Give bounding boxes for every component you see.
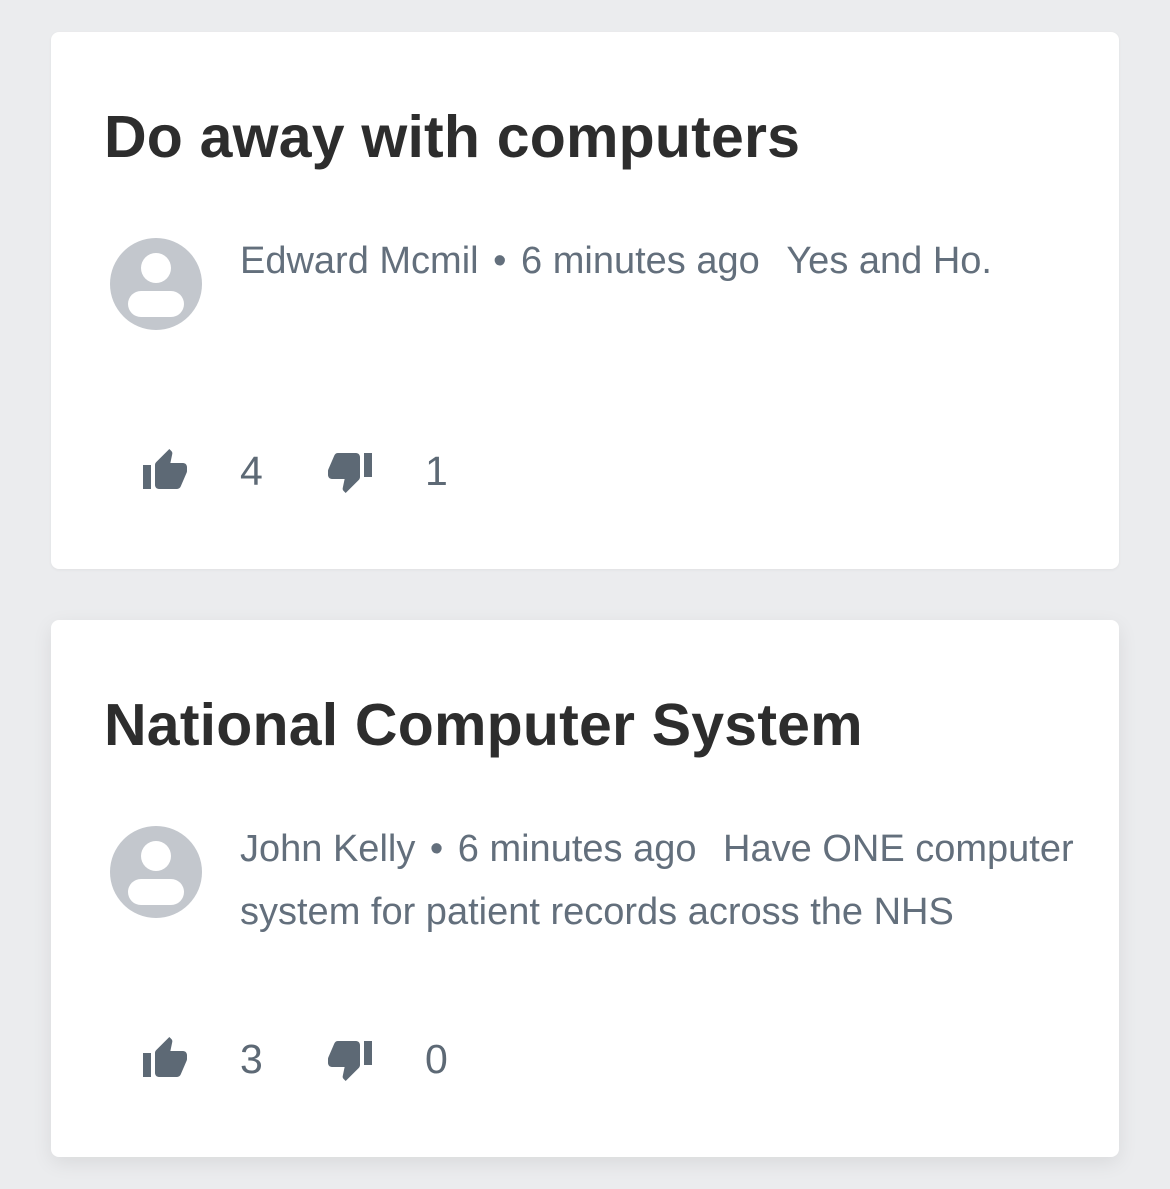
downvote-count: 0 xyxy=(425,1035,448,1082)
comment-text: Yes and Ho. xyxy=(786,240,992,282)
thumbs-up-icon[interactable] xyxy=(141,1035,189,1083)
user-avatar-icon xyxy=(110,826,202,918)
comment-author: John Kelly xyxy=(240,828,416,870)
comment-time: 6 minutes ago xyxy=(457,828,697,870)
user-avatar-icon xyxy=(110,238,202,330)
comment-preview: Edward Mcmil • 6 minutes ago Yes and Ho. xyxy=(240,230,1080,293)
post-title[interactable]: National Computer System xyxy=(104,692,863,758)
thumbs-down-icon[interactable] xyxy=(326,1035,374,1083)
post-card[interactable]: National Computer System John Kelly • 6 … xyxy=(51,620,1119,1157)
thumbs-down-icon[interactable] xyxy=(326,447,374,495)
meta-separator: • xyxy=(429,828,444,870)
post-title[interactable]: Do away with computers xyxy=(104,104,800,170)
upvote-count: 3 xyxy=(240,1035,263,1082)
vote-bar: 3 0 xyxy=(141,1033,465,1085)
comment-time: 6 minutes ago xyxy=(521,240,760,282)
downvote-count: 1 xyxy=(425,447,448,494)
thumbs-up-icon[interactable] xyxy=(141,447,189,495)
vote-bar: 4 1 xyxy=(141,445,465,497)
post-card[interactable]: Do away with computers Edward Mcmil • 6 … xyxy=(51,32,1119,569)
upvote-count: 4 xyxy=(240,447,263,494)
meta-separator: • xyxy=(493,240,507,282)
comment-preview: John Kelly • 6 minutes ago Have ONE comp… xyxy=(240,818,1080,944)
comment-author: Edward Mcmil xyxy=(240,240,479,282)
